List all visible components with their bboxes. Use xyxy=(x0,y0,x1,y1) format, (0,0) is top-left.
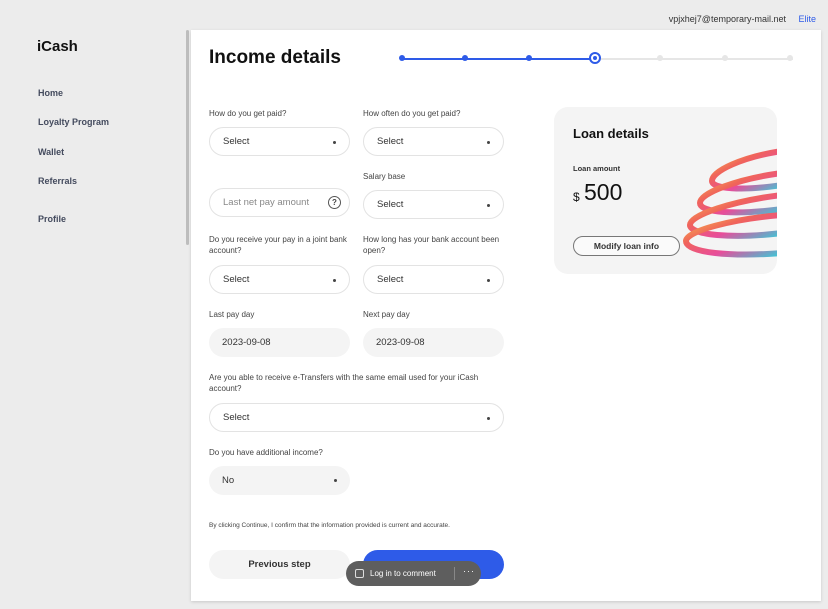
step-2 xyxy=(462,55,468,61)
sidebar-item-loyalty-program[interactable]: Loyalty Program xyxy=(38,117,109,127)
additional-income-select[interactable]: No xyxy=(209,466,350,495)
top-bar: vpjxhej7@temporary-mail.net Elite xyxy=(669,14,816,24)
sidebar: iCash Home Loyalty Program Wallet Referr… xyxy=(0,0,185,609)
paid-how-value: Select xyxy=(223,136,250,147)
etransfer-label: Are you able to receive e-Transfers with… xyxy=(209,373,479,393)
more-options-icon[interactable]: ··· xyxy=(463,566,475,576)
select-dot-icon xyxy=(487,204,490,207)
user-email: vpjxhej7@temporary-mail.net xyxy=(668,14,786,24)
account-age-label: How long has your bank account been open… xyxy=(363,235,500,255)
last-pay-day-label: Last pay day xyxy=(209,310,255,319)
last-pay-day-value: 2023-09-08 xyxy=(222,337,271,348)
select-dot-icon xyxy=(487,417,490,420)
joint-account-label: Do you receive your pay in a joint bank … xyxy=(209,235,347,255)
logo[interactable]: iCash xyxy=(37,38,78,55)
next-pay-day-value: 2023-09-08 xyxy=(376,337,425,348)
sidebar-item-wallet[interactable]: Wallet xyxy=(38,147,64,157)
modify-loan-button[interactable]: Modify loan info xyxy=(573,236,680,256)
joint-account-select[interactable]: Select xyxy=(209,265,350,294)
loan-amount-label: Loan amount xyxy=(573,164,621,173)
loan-details-card: Loan details Loan amount $ 500 Modify lo… xyxy=(554,107,777,274)
paid-often-label: How often do you get paid? xyxy=(363,109,461,118)
next-pay-day-label: Next pay day xyxy=(363,310,410,319)
additional-income-value: No xyxy=(222,475,235,486)
progress-stepper xyxy=(399,52,793,64)
account-age-value: Select xyxy=(377,274,404,285)
step-1 xyxy=(399,55,405,61)
loan-amount-value: 500 xyxy=(584,179,623,205)
last-pay-day-field[interactable]: 2023-09-08 xyxy=(209,328,350,357)
salary-base-value: Select xyxy=(377,199,404,210)
etransfer-select[interactable]: Select xyxy=(209,403,504,432)
net-pay-input[interactable]: Last net pay amount ? xyxy=(209,188,350,217)
question-icon[interactable]: ? xyxy=(328,196,341,209)
select-dot-icon xyxy=(333,279,336,282)
sidebar-item-profile[interactable]: Profile xyxy=(38,214,66,224)
scrollbar[interactable] xyxy=(186,30,189,245)
pill-divider xyxy=(454,567,455,580)
page-title: Income details xyxy=(209,47,341,68)
loan-title: Loan details xyxy=(573,126,649,141)
comment-label: Log in to comment xyxy=(370,569,436,578)
login-to-comment-pill[interactable]: Log in to comment ··· xyxy=(346,561,481,586)
joint-account-value: Select xyxy=(223,274,250,285)
step-6 xyxy=(722,55,728,61)
stepper-progress-line xyxy=(401,58,595,60)
etransfer-value: Select xyxy=(223,412,250,423)
additional-income-label: Do you have additional income? xyxy=(209,448,323,457)
previous-step-button[interactable]: Previous step xyxy=(209,550,350,579)
select-dot-icon xyxy=(487,279,490,282)
paid-often-value: Select xyxy=(377,136,404,147)
confirm-text: By clicking Continue, I confirm that the… xyxy=(209,522,450,529)
salary-base-select[interactable]: Select xyxy=(363,190,504,219)
paid-how-select[interactable]: Select xyxy=(209,127,350,156)
coin-stack-illustration xyxy=(682,148,777,258)
select-dot-icon xyxy=(334,479,337,482)
login-icon xyxy=(355,569,364,578)
loan-currency: $ xyxy=(573,190,580,204)
paid-how-label: How do you get paid? xyxy=(209,109,287,118)
next-pay-day-field[interactable]: 2023-09-08 xyxy=(363,328,504,357)
paid-often-select[interactable]: Select xyxy=(363,127,504,156)
select-dot-icon xyxy=(487,141,490,144)
account-age-select[interactable]: Select xyxy=(363,265,504,294)
sidebar-item-referrals[interactable]: Referrals xyxy=(38,176,77,186)
sidebar-item-home[interactable]: Home xyxy=(38,88,63,98)
net-pay-placeholder: Last net pay amount xyxy=(223,197,310,208)
step-3 xyxy=(526,55,532,61)
step-5 xyxy=(657,55,663,61)
step-4-current xyxy=(589,52,601,64)
select-dot-icon xyxy=(333,141,336,144)
salary-base-label: Salary base xyxy=(363,172,406,181)
step-7 xyxy=(787,55,793,61)
tier-link[interactable]: Elite xyxy=(798,14,816,24)
